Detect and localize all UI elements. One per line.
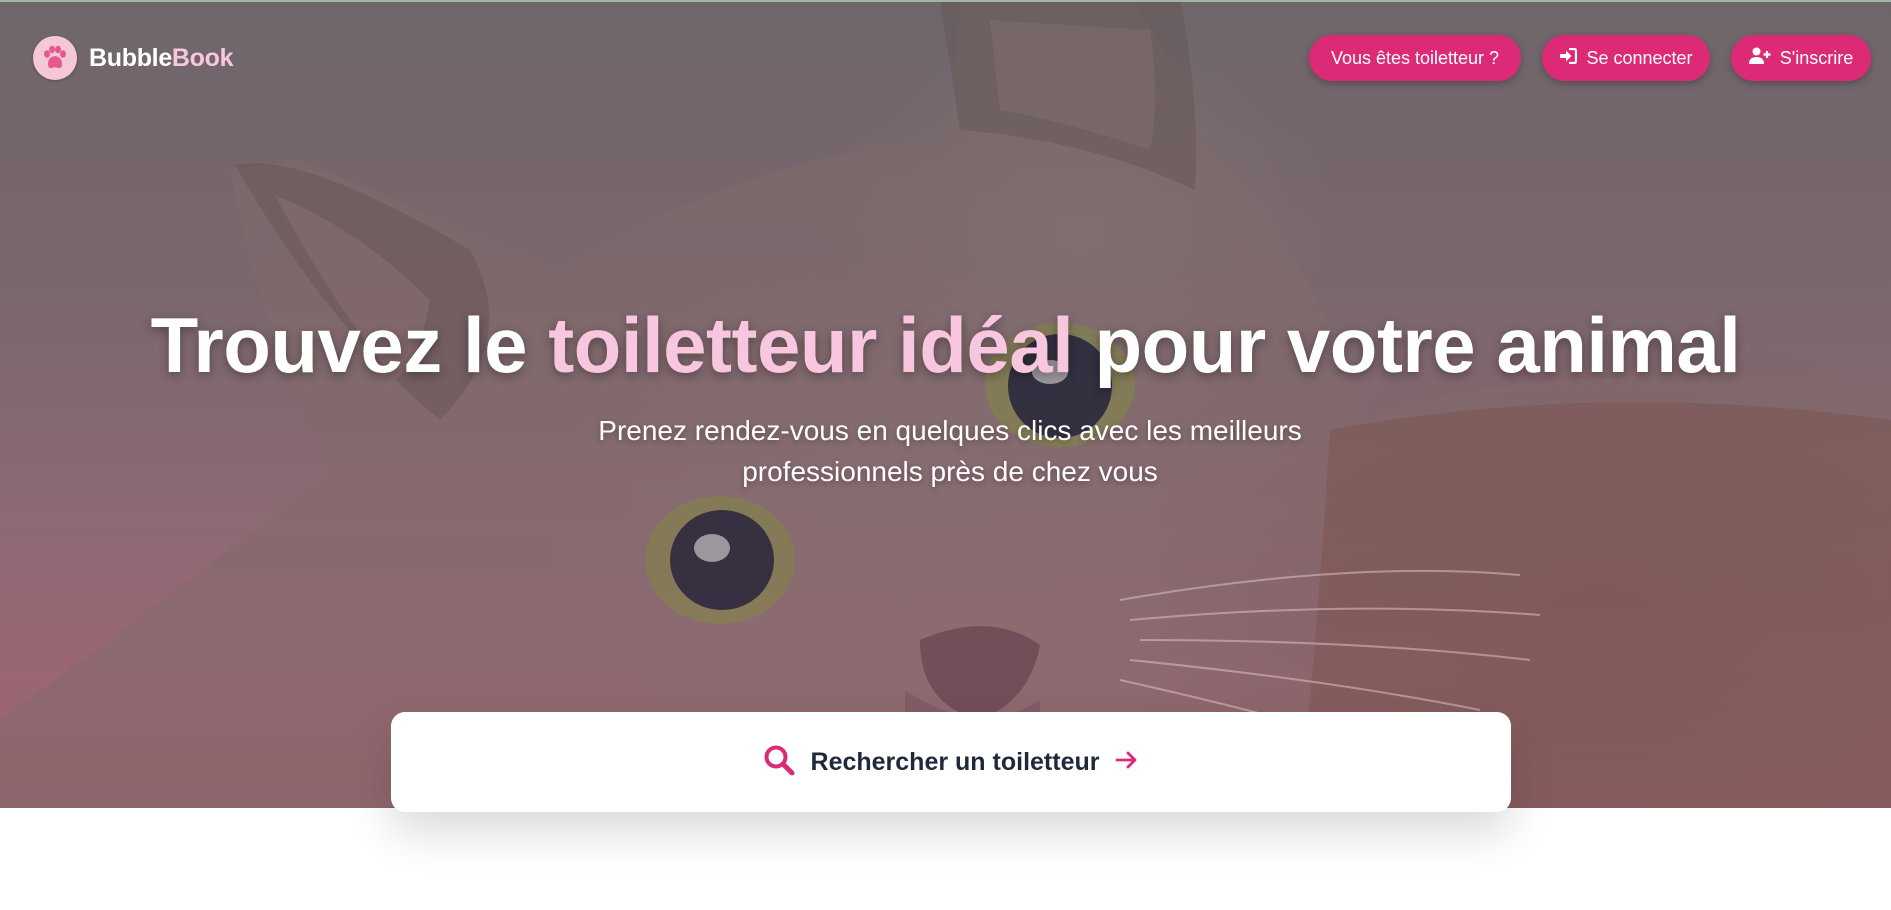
- brand-name-part1: Bubble: [89, 43, 172, 72]
- hero-subtitle-line1: Prenez rendez-vous en quelques clics ave…: [598, 415, 1302, 446]
- top-border: [0, 0, 1891, 2]
- hero-subtitle: Prenez rendez-vous en quelques clics ave…: [570, 410, 1330, 492]
- groomer-button-label: Vous êtes toiletteur ?: [1330, 47, 1500, 68]
- top-nav: Vous êtes toiletteur ? Se connecter S'in…: [1309, 35, 1871, 81]
- brand-name-part2: Book: [171, 43, 234, 72]
- hero-title: Trouvez le toiletteur idéal pour votre a…: [0, 300, 1891, 391]
- hero-subtitle-line2: professionnels près de chez vous: [742, 456, 1158, 487]
- search-label: Rechercher un toiletteur: [810, 747, 1100, 776]
- user-plus-icon: [1748, 47, 1771, 69]
- hero-title-highlight: toiletteur idéal: [548, 301, 1074, 389]
- search-icon: [763, 744, 795, 781]
- arrow-right-icon: [1115, 750, 1139, 775]
- login-button[interactable]: Se connecter: [1542, 35, 1710, 81]
- search-groomer-button[interactable]: Rechercher un toiletteur: [391, 712, 1511, 812]
- brand-logo[interactable]: BubbleBook: [33, 36, 234, 80]
- groomer-button[interactable]: Vous êtes toiletteur ?: [1309, 35, 1521, 81]
- sign-in-icon: [1559, 47, 1578, 69]
- brand-name: BubbleBook: [89, 43, 234, 73]
- signup-button[interactable]: S'inscrire: [1731, 35, 1871, 81]
- hero-title-start: Trouvez le: [150, 301, 549, 389]
- hero-section: [0, 0, 1891, 808]
- hero-overlay: [0, 0, 1891, 808]
- hero-title-end: pour votre animal: [1073, 301, 1741, 389]
- signup-button-label: S'inscrire: [1779, 47, 1854, 68]
- paw-icon: [33, 36, 77, 80]
- login-button-label: Se connecter: [1586, 47, 1693, 68]
